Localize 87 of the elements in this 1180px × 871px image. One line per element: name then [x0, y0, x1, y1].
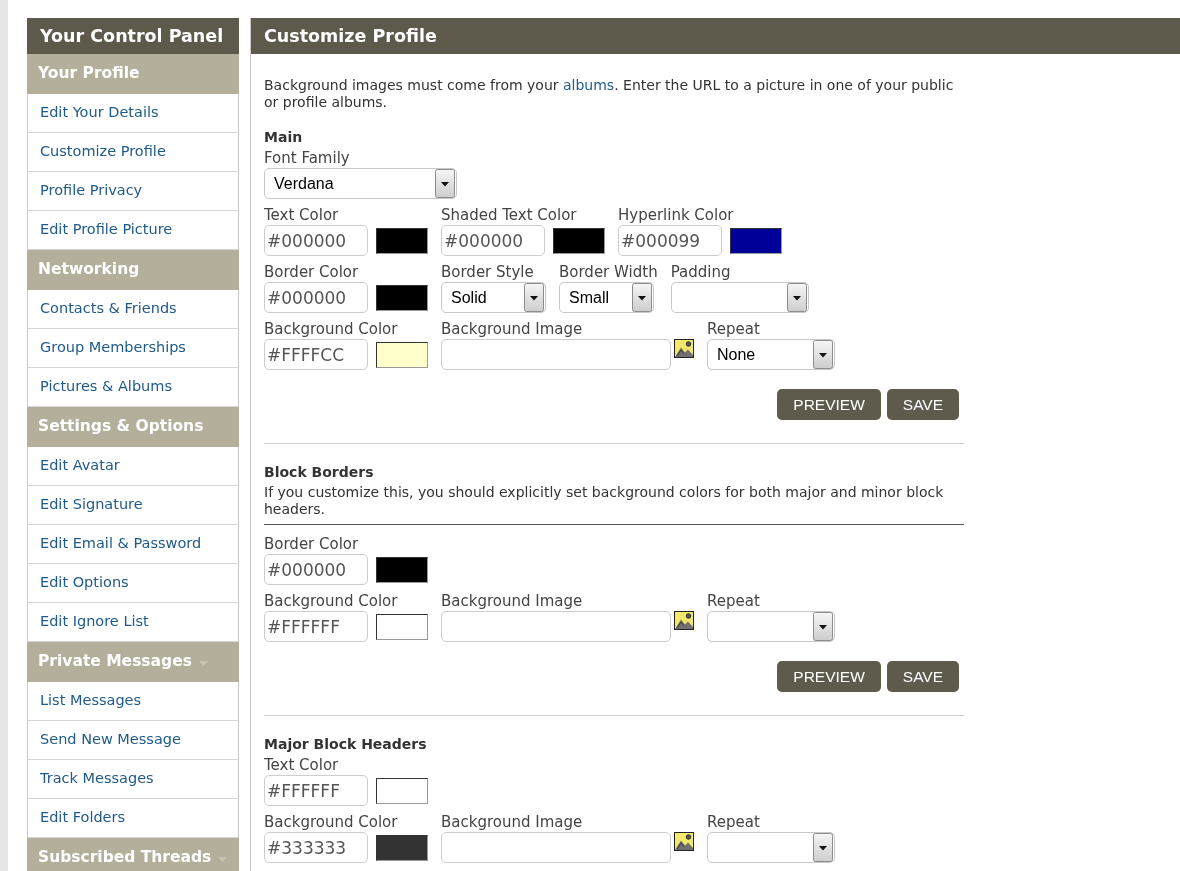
sidebar-link[interactable]: Pictures & Albums — [27, 368, 239, 407]
sidebar-link[interactable]: Edit Ignore List — [27, 603, 239, 642]
image-icon[interactable] — [674, 832, 694, 851]
section-title: Main — [264, 128, 304, 147]
caret-icon[interactable] — [813, 612, 833, 641]
image-icon[interactable] — [674, 339, 694, 358]
swatch-icon[interactable] — [376, 834, 428, 861]
save-button[interactable]: SAVE — [886, 661, 959, 692]
field-label: Repeat — [707, 592, 761, 610]
field-label: Background Image — [441, 320, 584, 338]
dropdown[interactable]: Small — [559, 282, 654, 313]
caret-icon[interactable] — [435, 169, 455, 198]
section-title: Major Block Headers — [264, 735, 428, 754]
color-field[interactable]: #000000 — [441, 225, 545, 256]
field-label: Padding — [670, 263, 732, 281]
color-field[interactable]: #000000 — [264, 225, 368, 256]
swatch-icon[interactable] — [553, 227, 605, 254]
section-heading: Networking — [38, 259, 140, 281]
sidebar-title: Your Control Panel — [40, 24, 224, 48]
field-label: Hyperlink Color — [618, 206, 735, 224]
field-label: Border Color — [264, 263, 360, 281]
preview-button[interactable]: PREVIEW — [777, 389, 881, 420]
caret-icon[interactable] — [786, 283, 807, 312]
field-label: Background Color — [264, 813, 399, 831]
sidebar-link[interactable]: Send New Message — [27, 721, 239, 760]
sidebar-link[interactable]: Edit Options — [27, 564, 239, 603]
sidebar-link[interactable]: Group Memberships — [27, 329, 239, 368]
sidebar-link[interactable]: Edit Profile Picture — [27, 211, 239, 250]
sidebar-link[interactable]: Track Messages — [27, 760, 239, 799]
image-url-field[interactable] — [441, 339, 671, 370]
field-label: Border Style — [441, 263, 535, 281]
image-url-field[interactable] — [441, 611, 671, 642]
swatch-icon[interactable] — [730, 227, 782, 254]
section-description: If you customize this, you should explicitly set background colors for both major and minor block headers. — [264, 484, 945, 518]
color-field[interactable]: #000099 — [618, 225, 722, 256]
color-field[interactable]: #000000 — [264, 554, 368, 585]
field-label: Repeat — [707, 813, 761, 831]
intro-text: Background images must come from your albums. Enter the URL to a picture in one of your public or profile albums. — [264, 77, 955, 110]
swatch-icon[interactable] — [376, 284, 428, 311]
sidebar-link[interactable]: Profile Privacy — [27, 172, 239, 211]
color-field[interactable]: #000000 — [264, 282, 368, 313]
sidebar-link[interactable]: List Messages — [27, 682, 239, 721]
save-button[interactable]: SAVE — [886, 389, 959, 420]
sidebar-link[interactable]: Contacts & Friends — [27, 290, 239, 329]
color-field[interactable]: #FFFFFF — [264, 775, 368, 806]
section-heading: Your Profile — [38, 63, 140, 85]
dropdown[interactable]: None — [707, 339, 835, 370]
inline-link[interactable]: albums — [563, 77, 615, 93]
field-label: Background Image — [441, 592, 584, 610]
dropdown[interactable]: Solid — [441, 282, 546, 313]
dropdown[interactable]: Verdana — [264, 168, 457, 199]
field-label: Background Color — [264, 592, 399, 610]
section-heading: Private Messages — [38, 651, 192, 673]
sidebar-link[interactable]: Edit Signature — [27, 486, 239, 525]
section-heading: Subscribed Threads — [38, 847, 212, 869]
field-label: Border Color — [264, 535, 360, 553]
panel-title: Customize Profile — [264, 24, 437, 48]
caret-icon[interactable] — [632, 283, 652, 312]
field-label: Font Family — [264, 149, 351, 167]
sidebar-link[interactable]: Edit Email & Password — [27, 525, 239, 564]
preview-button[interactable]: PREVIEW — [777, 661, 881, 692]
swatch-icon[interactable] — [376, 613, 428, 640]
sidebar-link[interactable]: Edit Avatar — [27, 447, 239, 486]
sidebar-link[interactable]: Edit Folders — [27, 799, 239, 838]
caret-icon[interactable] — [813, 340, 833, 369]
section-heading: Settings & Options — [38, 416, 204, 438]
swatch-icon[interactable] — [376, 341, 428, 368]
swatch-icon[interactable] — [376, 777, 428, 804]
caret-icon[interactable] — [524, 283, 544, 312]
color-field[interactable]: #FFFFCC — [264, 339, 368, 370]
color-field[interactable]: #333333 — [264, 832, 368, 863]
field-label: Background Image — [441, 813, 584, 831]
color-field[interactable]: #FFFFFF — [264, 611, 368, 642]
field-label: Shaded Text Color — [441, 206, 578, 224]
field-label: Background Color — [264, 320, 399, 338]
swatch-icon[interactable] — [376, 556, 428, 583]
field-label: Repeat — [707, 320, 761, 338]
sidebar-link[interactable]: Customize Profile — [27, 133, 239, 172]
sidebar-link[interactable]: Edit Your Details — [27, 94, 239, 133]
section-title: Block Borders — [264, 463, 375, 482]
field-label: Text Color — [264, 206, 340, 224]
caret-icon[interactable] — [813, 833, 833, 862]
field-label: Text Color — [264, 756, 340, 774]
swatch-icon[interactable] — [376, 227, 428, 254]
image-url-field[interactable] — [441, 832, 671, 863]
image-icon[interactable] — [674, 611, 694, 630]
field-label: Border Width — [559, 263, 658, 281]
